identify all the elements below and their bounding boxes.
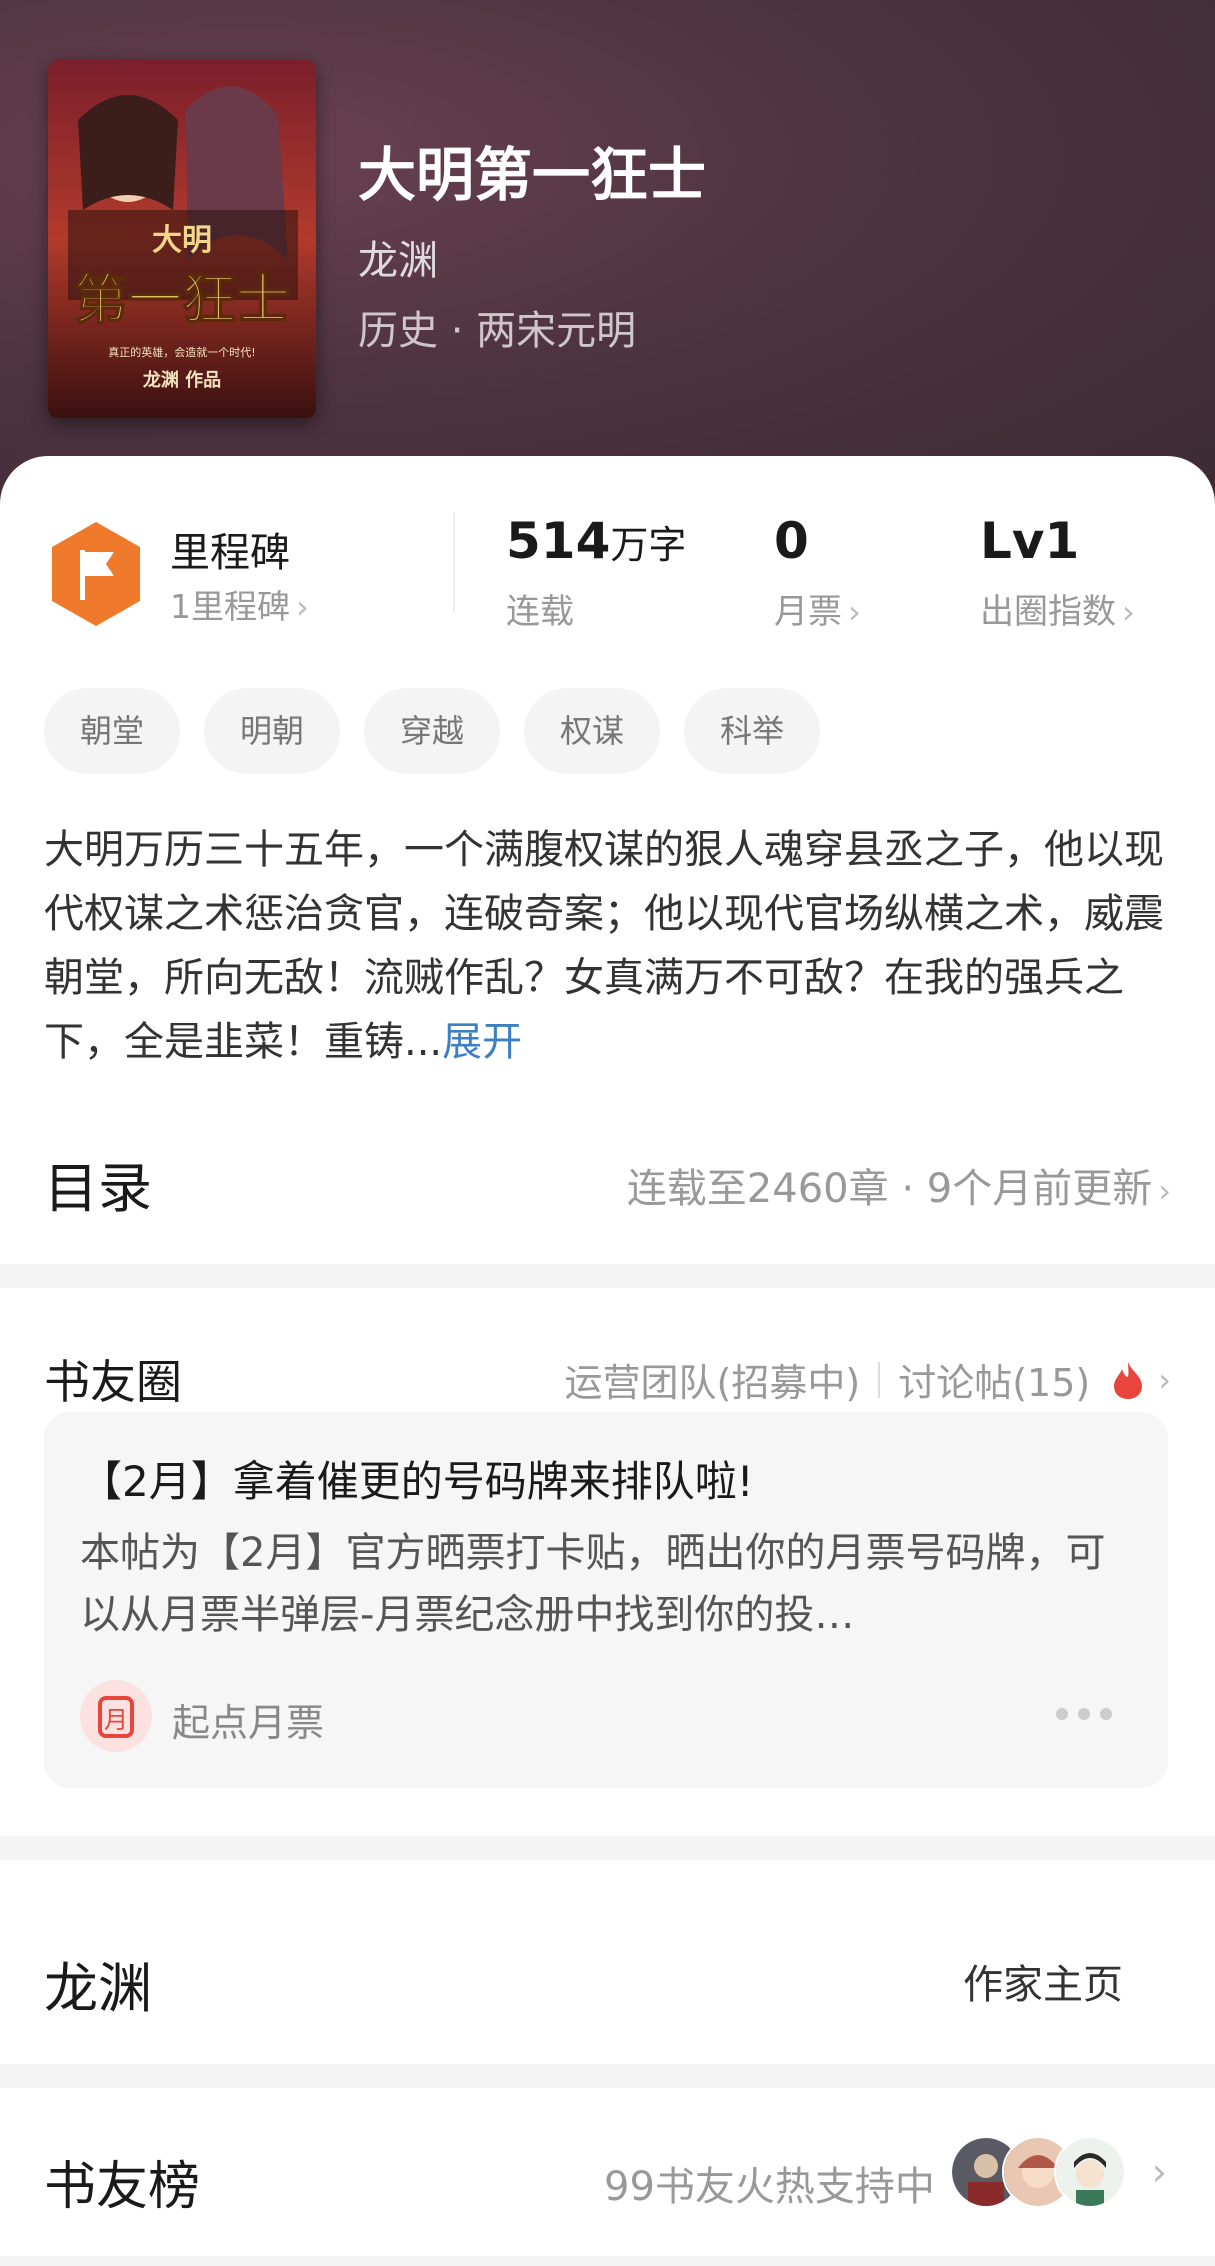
word-count-value: 514 <box>506 512 611 570</box>
toc-meta[interactable]: 连载至2460章 · 9个月前更新 › <box>627 1156 1171 1214</box>
chevron-right-icon: › <box>1122 593 1135 631</box>
tag-chip[interactable]: 明朝 <box>204 688 341 774</box>
book-genre[interactable]: 历史 · 两宋元明 <box>358 298 636 356</box>
fire-icon <box>1114 1361 1143 1399</box>
chevron-right-icon: › <box>1151 2150 1167 2194</box>
book-circle-title[interactable]: 书友圈 <box>44 1346 182 1412</box>
toc-title[interactable]: 目录 <box>44 1144 152 1223</box>
post-body: 本帖为【2月】官方晒票打卡贴，晒出你的月票号码牌，可以从月票半弹层-月票纪念册中… <box>80 1530 1106 1638</box>
popularity-label: 出圈指数 <box>980 592 1116 632</box>
author-name[interactable]: 龙渊 <box>44 1944 152 2023</box>
post-author[interactable]: 起点月票 <box>172 1692 324 1747</box>
monthly-ticket-label: 月票 <box>774 592 842 632</box>
avatar[interactable]: 月 <box>80 1680 152 1752</box>
milestone-flag-icon <box>52 522 140 626</box>
chevron-right-icon: › <box>848 593 861 631</box>
tag-chip[interactable]: 科举 <box>684 688 821 774</box>
chevron-right-icon: › <box>1158 1172 1171 1210</box>
fan-avatar-stack[interactable] <box>950 2136 1126 2208</box>
avatar <box>1054 2136 1126 2208</box>
book-header: 大明 第一狂士 真正的英雄，会造就一个时代! 龙渊 作品 大明第一狂士 龙渊 历… <box>0 0 1215 520</box>
word-count-stat: 514万字 连载 <box>506 512 686 633</box>
book-circle-meta: 运营团队(招募中) 讨论帖(15) › <box>565 1352 1171 1407</box>
tag-chip[interactable]: 穿越 <box>364 688 501 774</box>
monthly-ticket-stat[interactable]: 0 月票 › <box>774 512 861 633</box>
ops-team-link[interactable]: 运营团队(招募中) <box>565 1352 861 1407</box>
milestone-count: 1里程碑 › <box>170 587 309 626</box>
more-options-icon[interactable] <box>1056 1708 1112 1720</box>
fan-ranking-title[interactable]: 书友榜 <box>44 2144 200 2219</box>
book-cover[interactable]: 大明 第一狂士 真正的英雄，会造就一个时代! 龙渊 作品 <box>48 60 316 418</box>
featured-post[interactable]: 【2月】拿着催更的号码牌来排队啦! 本帖为【2月】官方晒票打卡贴，晒出你的月票号… <box>44 1412 1168 1788</box>
popularity-stat[interactable]: Lv1 出圈指数 › <box>980 512 1135 633</box>
post-title: 【2月】拿着催更的号码牌来排队啦! <box>80 1457 754 1506</box>
discussion-link[interactable]: 讨论帖(15) <box>898 1352 1090 1407</box>
chevron-right-icon: › <box>296 588 309 626</box>
book-synopsis: 大明万历三十五年，一个满腹权谋的狠人魂穿县丞之子，他以现代权谋之术惩治贪官，连破… <box>44 818 1174 1074</box>
milestone-title: 里程碑 <box>170 530 290 576</box>
expand-link[interactable]: 展开 <box>442 1019 522 1065</box>
word-count-label: 连载 <box>506 592 574 632</box>
monthly-ticket-value: 0 <box>774 512 809 570</box>
cover-tagline: 真正的英雄，会造就一个时代! <box>108 345 255 359</box>
monthly-ticket-avatar-icon: 月 <box>80 1680 152 1752</box>
book-author[interactable]: 龙渊 <box>358 228 438 286</box>
stats-divider <box>453 512 455 612</box>
cover-top-text: 大明 <box>152 223 212 258</box>
fan-ranking-meta[interactable]: 99书友火热支持中 <box>604 2154 935 2212</box>
tag-chip[interactable]: 朝堂 <box>44 688 181 774</box>
cover-credit: 龙渊 作品 <box>143 369 221 391</box>
synopsis-text: 大明万历三十五年，一个满腹权谋的狠人魂穿县丞之子，他以现代权谋之术惩治贪官，连破… <box>44 827 1164 1065</box>
author-homepage-link[interactable]: 作家主页 <box>963 1952 1123 2010</box>
svg-text:月: 月 <box>104 1706 128 1734</box>
book-title: 大明第一狂士 <box>358 141 707 209</box>
meta-separator <box>878 1361 881 1398</box>
chevron-right-icon: › <box>1158 1360 1171 1399</box>
popularity-level: Lv1 <box>980 512 1080 570</box>
word-count-unit: 万字 <box>610 523 687 567</box>
cover-title-text: 第一狂士 <box>74 267 290 331</box>
tag-list: 朝堂 明朝 穿越 权谋 科举 <box>44 688 821 774</box>
tag-chip[interactable]: 权谋 <box>524 688 661 774</box>
